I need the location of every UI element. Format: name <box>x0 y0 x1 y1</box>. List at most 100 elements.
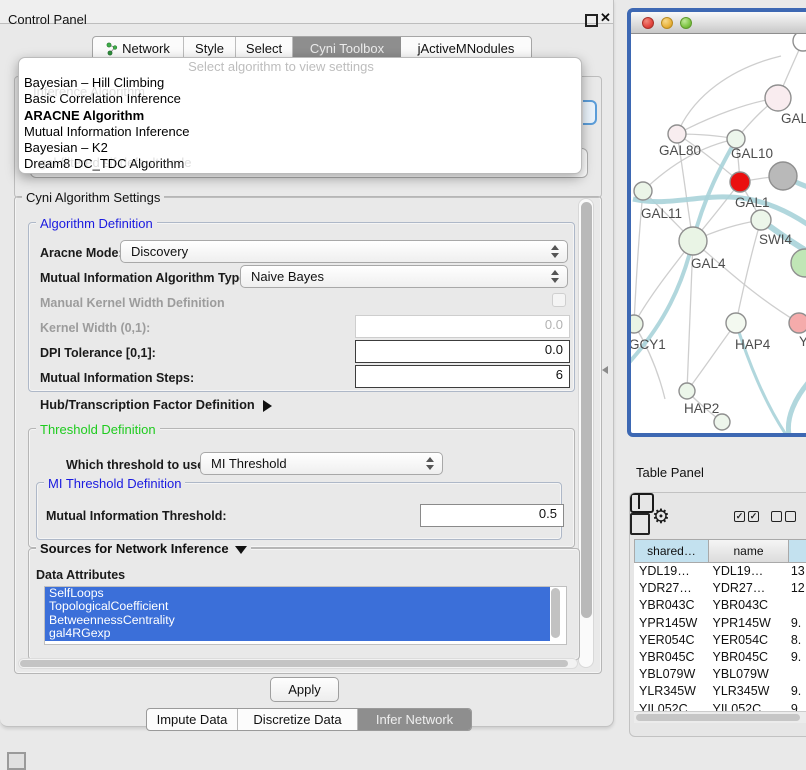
algorithm-option-aracne-algorithm[interactable]: ARACNE Algorithm <box>21 108 581 124</box>
aracne-mode-value: Discovery <box>131 244 188 259</box>
table-cell: YDL19… <box>707 563 785 580</box>
which-threshold-combo[interactable]: MI Threshold <box>200 452 443 475</box>
checkbox-checked-icon[interactable]: ✓ <box>748 511 759 522</box>
network-node-y[interactable] <box>789 313 806 333</box>
kernel-width-field[interactable]: 0.0 <box>355 315 570 338</box>
table-horizontal-scrollbar[interactable] <box>634 711 806 723</box>
network-node-gal11[interactable] <box>634 182 652 200</box>
table-row[interactable]: YBR045CYBR045C9. <box>634 649 806 666</box>
checkbox-checked-icon[interactable]: ✓ <box>734 511 745 522</box>
table-row[interactable]: YDR27…YDR27…12 <box>634 580 806 597</box>
column-header-2[interactable] <box>789 539 806 563</box>
zoom-traffic-light-icon[interactable] <box>680 17 692 29</box>
checkbox-unchecked-icon[interactable] <box>785 511 796 522</box>
close-icon[interactable]: ✕ <box>600 10 611 26</box>
aracne-mode-combo[interactable]: Discovery <box>120 240 568 263</box>
network-node-hap4[interactable] <box>726 313 746 333</box>
network-canvas[interactable]: GAL8GAL80GAL10GAL1GAL11SWI4GAL4GCY1HAP4Y… <box>631 34 806 433</box>
hub-definition-label: Hub/Transcription Factor Definition <box>40 397 255 412</box>
network-node-gal8[interactable] <box>765 85 791 111</box>
table-panel-window: ⚙ ✓ ✓ shared…name YDL19…YDL19…13YDR27…YD… <box>629 492 806 737</box>
close-traffic-light-icon[interactable] <box>642 17 654 29</box>
network-edge[interactable] <box>736 220 761 323</box>
network-edge[interactable] <box>634 241 693 324</box>
float-window-icon[interactable] <box>585 14 598 27</box>
mi-steps-field[interactable]: 6 <box>355 365 570 388</box>
network-edge[interactable] <box>677 98 778 134</box>
minimize-traffic-light-icon[interactable] <box>661 17 673 29</box>
table-cell: YDR27… <box>707 580 785 597</box>
attribute-item-gal4rgexp[interactable]: gal4RGexp <box>45 627 550 640</box>
network-node[interactable] <box>793 34 806 51</box>
manual-kernel-checkbox[interactable] <box>552 293 566 307</box>
table-hscrollbar-thumb[interactable] <box>636 714 800 721</box>
attribute-item-selfloops[interactable]: SelfLoops <box>45 587 550 600</box>
which-threshold-value: MI Threshold <box>211 456 287 471</box>
network-window-titlebar[interactable] <box>631 12 806 34</box>
table-row[interactable]: YIL052CYIL052C9 <box>634 701 806 712</box>
tab-label: Network <box>122 41 170 56</box>
control-panel-titlebar[interactable] <box>0 0 613 24</box>
tab-infer-network[interactable]: Infer Network <box>358 709 471 730</box>
algorithm-option-mutual-information-inference[interactable]: Mutual Information Inference <box>21 124 581 140</box>
table-cell: YBR043C <box>707 597 785 614</box>
column-header-shared[interactable]: shared… <box>634 539 709 563</box>
table-cell: YPR145W <box>634 615 707 632</box>
table-cell: YPR145W <box>707 615 785 632</box>
algorithm-dropdown-placeholder[interactable]: Select algorithm to view settings <box>0 59 562 74</box>
table-row[interactable]: YLR345WYLR345W9. <box>634 683 806 700</box>
dpi-tolerance-field[interactable]: 0.0 <box>355 340 570 363</box>
column-view-icon[interactable] <box>630 493 654 513</box>
attribute-item-topologicalcoefficient[interactable]: TopologicalCoefficient <box>45 600 550 613</box>
table-row[interactable]: YDL19…YDL19…13 <box>634 563 806 580</box>
table-cell: YER054C <box>634 632 707 649</box>
table-cell: YDR27… <box>634 580 707 597</box>
network-node[interactable] <box>769 162 797 190</box>
network-edge[interactable] <box>788 364 806 433</box>
network-node-gal1[interactable] <box>730 172 750 192</box>
table-row[interactable]: YER054CYER054C8. <box>634 632 806 649</box>
network-node-hap2[interactable] <box>679 383 695 399</box>
bottom-left-widget[interactable] <box>7 752 26 770</box>
sources-group-toggle[interactable]: Sources for Network Inference <box>36 541 251 556</box>
panel-splitter-arrow-icon[interactable] <box>602 366 608 374</box>
hub-definition-toggle[interactable]: Hub/Transcription Factor Definition <box>40 397 272 412</box>
table-cell <box>786 597 806 614</box>
apply-button[interactable]: Apply <box>270 677 339 702</box>
mi-threshold-group-title: MI Threshold Definition <box>44 476 185 491</box>
node-label-y: Y <box>799 334 806 349</box>
which-threshold-label: Which threshold to use: <box>66 458 208 472</box>
table-row[interactable]: YBR043CYBR043C <box>634 597 806 614</box>
settings-hscrollbar-thumb[interactable] <box>20 660 568 667</box>
network-view-window[interactable]: GAL8GAL80GAL10GAL1GAL11SWI4GAL4GCY1HAP4Y… <box>627 8 806 437</box>
gear-icon[interactable]: ⚙ <box>652 504 670 529</box>
mi-threshold-field[interactable]: 0.5 <box>420 504 564 527</box>
network-node[interactable] <box>791 249 806 277</box>
table-row[interactable]: YPR145WYPR145W9. <box>634 615 806 632</box>
network-node-swi4[interactable] <box>751 210 771 230</box>
network-edge[interactable] <box>687 323 736 391</box>
checkbox-unchecked-icon[interactable] <box>771 511 782 522</box>
table-cell: YDL19… <box>634 563 707 580</box>
network-node[interactable] <box>714 414 730 430</box>
algorithm-dropdown-popup: Bayesian – Hill ClimbingBasic Correlatio… <box>18 57 582 174</box>
collapsed-arrow-icon[interactable] <box>263 400 272 412</box>
network-edge[interactable] <box>693 241 799 323</box>
network-node-gcy1[interactable] <box>631 315 643 333</box>
column-header-name[interactable]: name <box>709 539 789 563</box>
algorithm-combo-stepper[interactable] <box>583 100 597 125</box>
table-cell: 8. <box>786 632 806 649</box>
attributes-scrollbar-thumb[interactable] <box>551 588 560 638</box>
network-node-gal80[interactable] <box>668 125 686 143</box>
attribute-item-betweennesscentrality[interactable]: BetweennessCentrality <box>45 614 550 627</box>
table-options-icon[interactable] <box>630 513 650 535</box>
expanded-arrow-icon[interactable] <box>235 546 247 554</box>
mi-type-combo[interactable]: Naive Bayes <box>240 265 568 288</box>
table-cell: 9. <box>786 683 806 700</box>
tab-impute-data[interactable]: Impute Data <box>147 709 238 730</box>
ghost-network-combo-value: gal-filtered sif default node <box>39 155 191 170</box>
network-node-gal4[interactable] <box>679 227 707 255</box>
tab-discretize-data[interactable]: Discretize Data <box>238 709 358 730</box>
settings-scrollbar-thumb[interactable] <box>581 202 592 618</box>
table-row[interactable]: YBL079WYBL079W <box>634 666 806 683</box>
